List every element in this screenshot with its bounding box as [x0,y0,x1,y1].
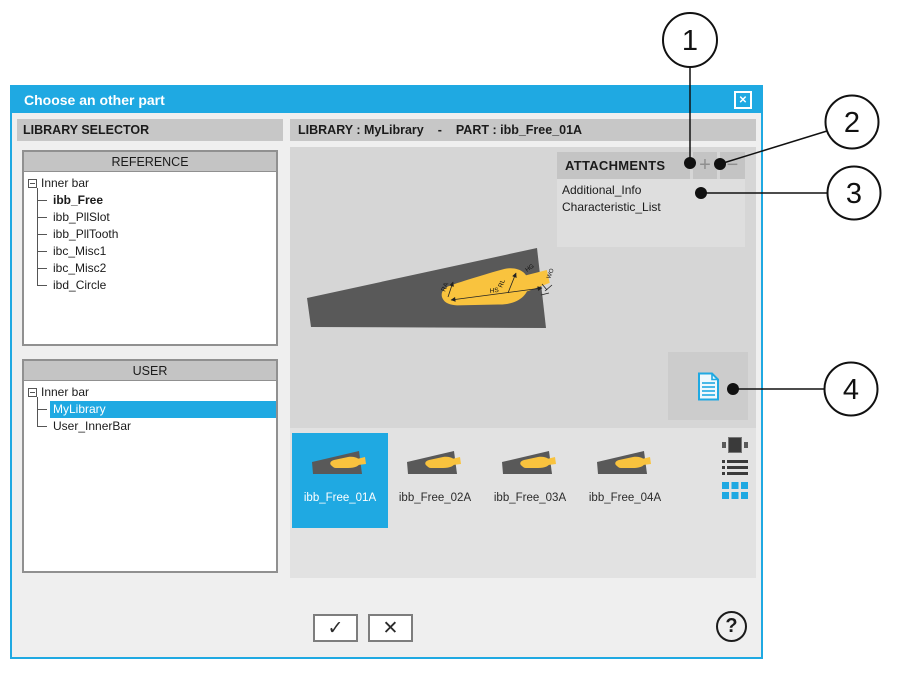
question-icon: ? [725,615,737,638]
tree-node-label: ibb_PllTooth [50,226,276,243]
callout-number-4: 4 [843,374,859,406]
attachments-list: Additional_Info Characteristic_List [557,179,745,247]
annotated-screenshot: Choose an other part ✕ LIBRARY SELECTOR … [0,0,897,682]
callout-circle-3 [828,167,881,220]
tree-node-root[interactable]: Inner bar [24,384,276,401]
tree-node-label: Inner bar [41,175,89,192]
reference-group: REFERENCE Inner bar ibb_Free ibb_PllSlot… [22,150,278,346]
library-selector-header: LIBRARY SELECTOR [17,119,283,141]
collapse-icon[interactable] [28,179,37,188]
part-name: PART : ibb_Free_01A [456,123,582,137]
user-tree: Inner bar MyLibrary User_InnerBar [24,381,276,435]
tree-node-label: Inner bar [41,384,89,401]
tree-node[interactable]: ibb_PllTooth [24,226,276,243]
close-icon: ✕ [739,95,747,106]
thumbnail-label: ibb_Free_04A [577,492,673,504]
part-preview-image: HS RL RA HG WO [300,241,556,337]
part-thumbnail-image [500,449,560,477]
cancel-button[interactable]: ✕ [368,614,413,642]
attachment-remove-button[interactable]: − [720,152,745,179]
callout-circle-4 [825,363,878,416]
view-mode-toolbar [722,437,748,499]
thumbnail-label: ibb_Free_01A [292,492,388,504]
callout-number-2: 2 [844,107,860,139]
close-button[interactable]: ✕ [734,91,752,109]
library-name: LIBRARY : MyLibrary [298,123,424,137]
part-thumbnail-image [310,449,370,477]
part-content-area: ATTACHMENTS + − Additional_Info Characte… [290,147,756,428]
part-thumbnail-image [405,449,465,477]
tree-node[interactable]: ibc_Misc2 [24,260,276,277]
thumbnail-ibb-free-02a[interactable]: ibb_Free_02A [387,433,483,528]
attachment-item[interactable]: Additional_Info [562,182,740,199]
tree-node-label: User_InnerBar [50,418,276,435]
attachments-label: ATTACHMENTS [565,158,665,173]
library-selector-label: LIBRARY SELECTOR [23,123,149,137]
attachment-add-button[interactable]: + [693,152,717,179]
cross-icon: ✕ [383,617,399,640]
list-view-icon[interactable] [722,459,748,476]
ok-button[interactable]: ✓ [313,614,358,642]
part-thumbnail-strip: ibb_Free_01A ibb_Free_02A ibb_Free_03A [290,428,756,578]
thumbnail-label: ibb_Free_03A [482,492,578,504]
reference-label: REFERENCE [111,155,188,169]
callout-number-1: 1 [682,25,698,57]
attachment-preview-zone[interactable] [668,352,748,420]
tree-node[interactable]: ibb_Free [24,192,276,209]
user-header: USER [24,361,276,381]
single-view-icon[interactable] [722,437,748,453]
grid-view-icon[interactable] [722,482,748,499]
thumbnail-ibb-free-04a[interactable]: ibb_Free_04A [577,433,673,528]
tree-node-label: ibd_Circle [50,277,276,294]
attachment-label: Additional_Info [562,183,641,197]
minus-icon: − [727,154,739,177]
tree-node-label: ibb_Free [50,192,276,209]
tree-node-mylibrary[interactable]: MyLibrary [24,401,276,418]
thumbnail-ibb-free-01a[interactable]: ibb_Free_01A [292,433,388,528]
plus-icon: + [699,154,711,177]
header-separator: - [438,123,442,137]
callout-circle-1 [663,13,717,67]
tree-node[interactable]: ibc_Misc1 [24,243,276,260]
user-group: USER Inner bar MyLibrary User_InnerBar [22,359,278,573]
tree-node[interactable]: User_InnerBar [24,418,276,435]
tree-node-root[interactable]: Inner bar [24,175,276,192]
library-part-header: LIBRARY : MyLibrary - PART : ibb_Free_01… [290,119,756,141]
collapse-icon[interactable] [28,388,37,397]
tree-node-label: ibb_PllSlot [50,209,276,226]
tree-node-label: MyLibrary [50,401,276,418]
reference-tree: Inner bar ibb_Free ibb_PllSlot ibb_PllTo… [24,172,276,294]
attachment-label: Characteristic_List [562,200,661,214]
reference-header: REFERENCE [24,152,276,172]
tree-node-label: ibc_Misc2 [50,260,276,277]
help-button[interactable]: ? [716,611,747,642]
tree-node[interactable]: ibd_Circle [24,277,276,294]
thumbnail-ibb-free-03a[interactable]: ibb_Free_03A [482,433,578,528]
dialog-title: Choose an other part [12,92,165,108]
user-label: USER [133,364,168,378]
thumbnail-label: ibb_Free_02A [387,492,483,504]
document-icon [697,372,720,401]
part-thumbnail-image [595,449,655,477]
dim-wo: WO [546,268,556,280]
tree-node[interactable]: ibb_PllSlot [24,209,276,226]
dialog-titlebar[interactable]: Choose an other part ✕ [12,87,761,113]
tree-node-label: ibc_Misc1 [50,243,276,260]
check-icon: ✓ [328,617,344,640]
dim-hs: HS [489,287,499,295]
attachment-item[interactable]: Characteristic_List [562,199,740,216]
callout-circle-2 [826,96,879,149]
choose-part-dialog: Choose an other part ✕ LIBRARY SELECTOR … [10,85,763,659]
callout-number-3: 3 [846,178,862,210]
attachments-header: ATTACHMENTS [557,152,690,179]
